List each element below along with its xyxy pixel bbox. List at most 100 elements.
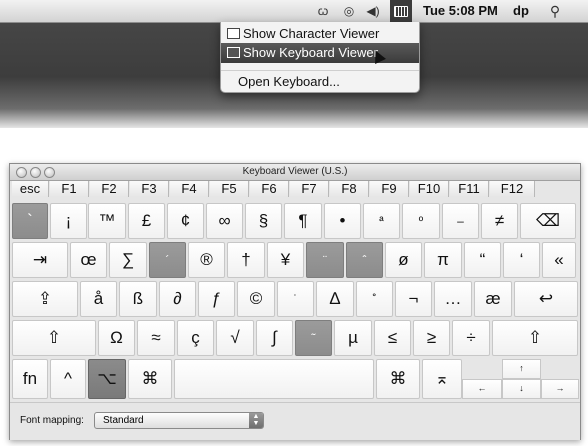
menu-item-show-keyboard-viewer[interactable]: Show Keyboard Viewer <box>221 43 419 63</box>
key[interactable]: ≈ <box>137 320 175 356</box>
key[interactable]: … <box>434 281 472 317</box>
function-key[interactable]: F6 <box>250 181 289 197</box>
key[interactable]: “ <box>464 242 501 278</box>
key[interactable]: ¥ <box>267 242 304 278</box>
control-key[interactable]: ^ <box>50 359 86 399</box>
command-key[interactable]: ⌘ <box>128 359 172 399</box>
key[interactable]: ¶ <box>284 203 322 239</box>
function-key[interactable]: F12 <box>490 181 535 197</box>
key[interactable]: ∞ <box>206 203 243 239</box>
chevron-updown-icon: ▲ ▼ <box>249 413 263 428</box>
key[interactable]: ™ <box>88 203 126 239</box>
function-key[interactable]: F3 <box>130 181 169 197</box>
key[interactable]: ∆ <box>316 281 354 317</box>
input-menu-dropdown: Show Character Viewer Show Keyboard View… <box>220 22 420 93</box>
keyboard-viewer-window: Keyboard Viewer (U.S.) esc F1 F2 F3 F4 F5 F6 F7… <box>9 163 581 440</box>
spotlight-icon[interactable]: ⚲ <box>546 0 564 22</box>
key[interactable]: ç <box>177 320 214 356</box>
key[interactable]: ø <box>385 242 422 278</box>
key[interactable]: ˜ <box>295 320 332 356</box>
shift-key[interactable]: ⇧ <box>12 320 96 356</box>
delete-key[interactable]: ⌫ <box>520 203 576 239</box>
menubar-user[interactable]: dp <box>513 0 529 22</box>
key[interactable]: ‘ <box>503 242 540 278</box>
key[interactable]: å <box>80 281 117 317</box>
key[interactable]: « <box>542 242 576 278</box>
arrow-left-key[interactable]: ← <box>462 379 502 399</box>
arrow-right-key[interactable]: → <box>541 379 579 399</box>
key[interactable]: ˚ <box>356 281 393 317</box>
key[interactable]: ÷ <box>452 320 490 356</box>
function-key[interactable]: F8 <box>330 181 369 197</box>
key[interactable]: ß <box>119 281 157 317</box>
timemachine-icon[interactable]: ◎ <box>340 0 358 22</box>
key[interactable]: © <box>237 281 275 317</box>
key[interactable]: µ <box>334 320 372 356</box>
menu-separator <box>221 70 419 71</box>
key[interactable]: ´ <box>149 242 186 278</box>
keyboard-viewer-icon[interactable] <box>390 0 412 22</box>
key[interactable]: æ <box>474 281 512 317</box>
font-mapping-select[interactable]: Standard ▲ ▼ <box>94 412 264 429</box>
key[interactable]: ® <box>188 242 225 278</box>
key[interactable]: √ <box>216 320 254 356</box>
key[interactable]: • <box>324 203 361 239</box>
function-key[interactable]: F1 <box>50 181 89 197</box>
function-key[interactable]: F10 <box>410 181 449 197</box>
key[interactable]: ª <box>363 203 400 239</box>
function-key[interactable]: F4 <box>170 181 209 197</box>
function-key[interactable]: F5 <box>210 181 249 197</box>
function-key[interactable]: esc <box>12 181 49 197</box>
function-key[interactable]: F7 <box>290 181 329 197</box>
menubar-screenshot: ꞷ ◎ ◀) Tue 5:08 PM dp ⚲ Show Character V… <box>0 0 588 128</box>
key[interactable]: ˙ <box>277 281 314 317</box>
function-key[interactable]: F2 <box>90 181 129 197</box>
return-key[interactable]: ↩ <box>514 281 578 317</box>
tab-key[interactable]: ⇥ <box>12 242 68 278</box>
key[interactable]: ¬ <box>395 281 432 317</box>
fn-key[interactable]: fn <box>12 359 48 399</box>
arrow-up-key[interactable]: ↑ <box>502 359 541 379</box>
option-key[interactable]: ⌥ <box>88 359 126 399</box>
window-title: Keyboard Viewer (U.S.) <box>242 166 348 177</box>
key[interactable]: ƒ <box>198 281 235 317</box>
key[interactable]: Ω <box>98 320 135 356</box>
function-key[interactable]: F9 <box>370 181 409 197</box>
key[interactable]: ∫ <box>256 320 293 356</box>
key[interactable]: ` <box>12 203 48 239</box>
key[interactable]: ≠ <box>481 203 518 239</box>
key[interactable]: ≥ <box>413 320 450 356</box>
key[interactable]: † <box>227 242 265 278</box>
caps-lock-key[interactable]: ⇪ <box>12 281 78 317</box>
key[interactable]: ˆ <box>346 242 383 278</box>
menu-item-open-keyboard[interactable]: Open Keyboard... <box>221 72 419 92</box>
key[interactable]: º <box>402 203 440 239</box>
key[interactable]: ≤ <box>374 320 411 356</box>
key[interactable]: § <box>245 203 282 239</box>
key[interactable]: π <box>424 242 462 278</box>
bottom-bar: Font mapping: Standard ▲ ▼ <box>10 402 580 440</box>
key[interactable]: ¢ <box>167 203 204 239</box>
menu-bar: ꞷ ◎ ◀) Tue 5:08 PM dp ⚲ <box>0 0 588 23</box>
arrow-down-key[interactable]: ↓ <box>502 379 541 399</box>
key[interactable]: ∂ <box>159 281 196 317</box>
key[interactable]: ¨ <box>306 242 344 278</box>
space-bar[interactable] <box>174 359 374 399</box>
font-mapping-value: Standard <box>103 415 144 426</box>
menu-item-show-character-viewer[interactable]: Show Character Viewer <box>221 24 419 44</box>
keyboard-viewer-icon <box>227 47 240 58</box>
key[interactable]: – <box>442 203 479 239</box>
key[interactable]: œ <box>70 242 107 278</box>
key[interactable]: £ <box>128 203 165 239</box>
title-bar: Keyboard Viewer (U.S.) <box>10 164 580 181</box>
script-icon[interactable]: ꞷ <box>314 0 332 22</box>
shift-key[interactable]: ⇧ <box>492 320 578 356</box>
function-key[interactable]: F11 <box>450 181 489 197</box>
command-key[interactable]: ⌘ <box>376 359 420 399</box>
menubar-clock[interactable]: Tue 5:08 PM <box>423 0 498 22</box>
font-mapping-label: Font mapping: <box>20 415 84 426</box>
key[interactable]: ¡ <box>50 203 87 239</box>
key[interactable]: ∑ <box>109 242 147 278</box>
volume-icon[interactable]: ◀) <box>364 0 382 22</box>
enter-key[interactable]: ⌅ <box>422 359 462 399</box>
